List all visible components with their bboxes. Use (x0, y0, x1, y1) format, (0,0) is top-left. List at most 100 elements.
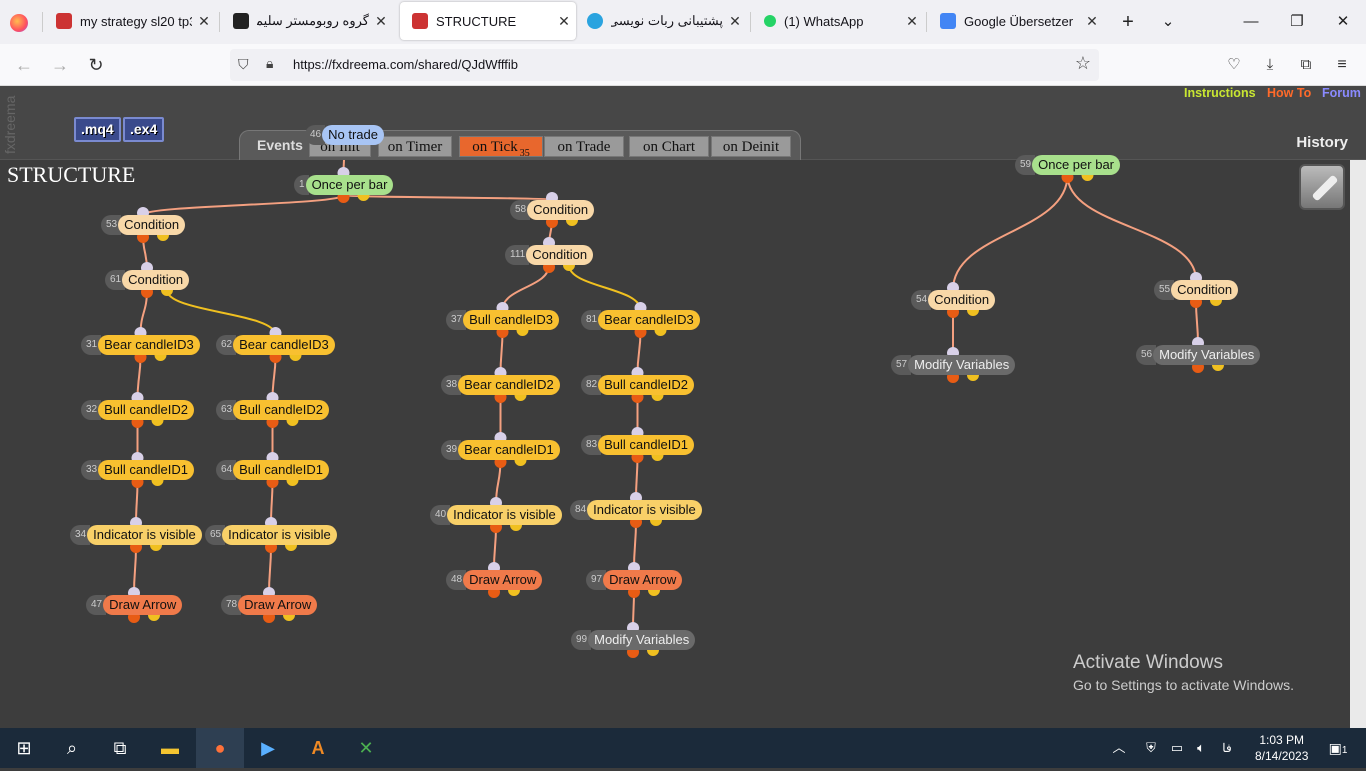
show-hidden-icons[interactable]: ︿ (1104, 728, 1134, 768)
block-label: Once per bar (1032, 155, 1120, 175)
block-33[interactable]: 33 Bull candleID1 (81, 460, 194, 480)
block-40[interactable]: 40 Indicator is visible (430, 505, 562, 525)
block-65[interactable]: 65 Indicator is visible (205, 525, 337, 545)
close-icon[interactable]: ✕ (192, 13, 216, 30)
block-label: Bull candleID1 (98, 460, 194, 480)
pocket-icon[interactable]: ♡ (1220, 52, 1248, 78)
tab-whatsapp[interactable]: (1) WhatsApp ✕ (752, 2, 924, 40)
close-icon[interactable]: ✕ (369, 13, 393, 30)
metatrader-icon[interactable]: ✕ (342, 728, 390, 768)
block-34[interactable]: 34 Indicator is visible (70, 525, 202, 545)
forward-icon[interactable]: → (46, 52, 74, 78)
block-38[interactable]: 38 Bear candleID2 (441, 375, 560, 395)
block-39[interactable]: 39 Bear candleID1 (441, 440, 560, 460)
windows-start-icon[interactable]: ⊞ (0, 728, 48, 768)
tab-on-trade[interactable]: on Trade (544, 136, 624, 157)
block-99[interactable]: 99 Modify Variables (571, 630, 696, 650)
block-56[interactable]: 56 Modify Variables (1136, 345, 1261, 365)
app-a-icon[interactable]: A (294, 728, 342, 768)
block-78[interactable]: 78 Draw Arrow (221, 595, 318, 615)
close-icon[interactable]: ✕ (900, 13, 924, 30)
block-97[interactable]: 97 Draw Arrow (586, 570, 683, 590)
history-link[interactable]: History (1296, 134, 1348, 151)
new-tab-button[interactable]: + (1113, 8, 1143, 36)
ex4-button[interactable]: .ex4 (123, 117, 165, 142)
block-111[interactable]: 111 Condition (505, 245, 594, 265)
block-32[interactable]: 32 Bull candleID2 (81, 400, 194, 420)
tab-google-translate[interactable]: Google Übersetzer ✕ (928, 2, 1104, 40)
how-to-link[interactable]: How To (1267, 86, 1311, 100)
block-label: Bull candleID2 (98, 400, 194, 420)
shield-icon[interactable]: ⛉ (238, 56, 249, 73)
block-46[interactable]: 46 No trade (305, 125, 384, 145)
vertical-scrollbar[interactable] (1350, 160, 1366, 728)
tab-list-chevron-icon[interactable]: ⌄ (1153, 8, 1183, 36)
block-59[interactable]: 59 Once per bar (1015, 155, 1120, 175)
menu-icon[interactable]: ≡ (1328, 52, 1356, 78)
whatsapp-icon (764, 15, 776, 27)
tab-on-deinit[interactable]: on Deinit (711, 136, 791, 157)
media-player-icon[interactable]: ▶ (244, 728, 292, 768)
back-icon[interactable]: ← (10, 52, 38, 78)
language-indicator[interactable]: فا (1212, 728, 1242, 768)
block-label: Condition (527, 200, 595, 220)
search-icon[interactable]: ⌕ (48, 728, 96, 768)
clock[interactable]: 1:03 PM 8/14/2023 (1255, 732, 1308, 764)
block-label: Bull candleID3 (463, 310, 559, 330)
block-31[interactable]: 31 Bear candleID3 (81, 335, 200, 355)
bookmark-star-icon[interactable]: ☆ (1075, 53, 1091, 74)
tab-on-timer[interactable]: on Timer (378, 136, 452, 157)
url-text[interactable]: https://fxdreema.com/shared/QJdWfffib (293, 57, 518, 72)
block-61[interactable]: 61 Condition (105, 270, 190, 290)
close-window-icon[interactable]: ✕ (1328, 8, 1358, 36)
block-48[interactable]: 48 Draw Arrow (446, 570, 543, 590)
block-53[interactable]: 53 Condition (101, 215, 186, 235)
block-58[interactable]: 58 Condition (510, 200, 595, 220)
minimize-icon[interactable]: — (1236, 8, 1266, 36)
downloads-icon[interactable]: ⤓ (1256, 52, 1284, 78)
close-icon[interactable]: ✕ (1080, 13, 1104, 30)
tab-telegram-support[interactable]: پشتیبانی ربات نویسی ✕ (575, 2, 747, 40)
block-83[interactable]: 83 Bull candleID1 (581, 435, 694, 455)
block-63[interactable]: 63 Bull candleID2 (216, 400, 329, 420)
mq4-button[interactable]: .mq4 (74, 117, 121, 142)
instructions-link[interactable]: Instructions (1184, 86, 1256, 100)
block-47[interactable]: 47 Draw Arrow (86, 595, 183, 615)
tab-on-tick[interactable]: on Tick 35 (459, 136, 543, 159)
block-57[interactable]: 57 Modify Variables (891, 355, 1016, 375)
file-explorer-icon[interactable]: ▬ (146, 728, 194, 768)
block-54[interactable]: 54 Condition (911, 290, 996, 310)
forum-link[interactable]: Forum (1322, 86, 1361, 100)
block-label: Bull candleID2 (598, 375, 694, 395)
block-84[interactable]: 84 Indicator is visible (570, 500, 702, 520)
block-82[interactable]: 82 Bull candleID2 (581, 375, 694, 395)
tab-on-tick-label: on Tick (472, 139, 518, 155)
url-bar[interactable]: ⛉ 🔒︎ https://fxdreema.com/shared/QJdWfff… (230, 49, 1099, 81)
block-37[interactable]: 37 Bull candleID3 (446, 310, 559, 330)
restore-icon[interactable]: ❐ (1282, 8, 1312, 36)
firefox-icon[interactable]: ● (196, 728, 244, 768)
tab-my-strategy[interactable]: my strategy sl20 tp30 2 ✕ (44, 2, 216, 40)
firefox-menu-icon[interactable] (10, 14, 28, 32)
block-label: Condition (118, 215, 186, 235)
tab-on-chart[interactable]: on Chart (629, 136, 709, 157)
block-label: Condition (1171, 280, 1239, 300)
block-label: Bear candleID1 (458, 440, 560, 460)
task-view-icon[interactable]: ⧉ (96, 728, 144, 768)
notification-icon[interactable]: ▣1 (1318, 728, 1358, 768)
close-icon[interactable]: ✕ (723, 13, 747, 30)
block-55[interactable]: 55 Condition (1154, 280, 1239, 300)
block-81[interactable]: 81 Bear candleID3 (581, 310, 700, 330)
tab-structure[interactable]: STRUCTURE ✕ (400, 2, 576, 40)
reload-icon[interactable]: ↻ (82, 52, 110, 78)
events-label: Events (257, 137, 303, 153)
block-label: Condition (122, 270, 190, 290)
block-1[interactable]: 1 Once per bar (294, 175, 394, 195)
lock-icon[interactable]: 🔒︎ (266, 55, 273, 72)
block-canvas[interactable]: STRUCTURE 46 No trade 1 Once per bar 53 Condi… (0, 125, 1350, 728)
extensions-icon[interactable]: ⧉ (1292, 52, 1320, 78)
block-64[interactable]: 64 Bull candleID1 (216, 460, 329, 480)
block-62[interactable]: 62 Bear candleID3 (216, 335, 335, 355)
tab-robomaster-group[interactable]: گروه روبومستر سلیمانی ✕ (221, 2, 393, 40)
close-icon[interactable]: ✕ (552, 13, 576, 30)
